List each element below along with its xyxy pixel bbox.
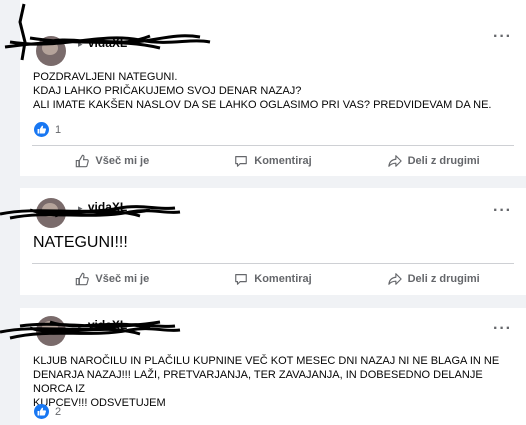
redaction-scribble (4, 3, 211, 61)
page-name-link[interactable]: vidaXL (88, 318, 127, 332)
share-button[interactable]: Deli z drugimi (353, 265, 514, 293)
post-text-line: ALI IMATE KAKŠEN NASLOV DA SE LAHKO OGLA… (33, 99, 492, 111)
share-button[interactable]: Deli z drugimi (353, 147, 514, 175)
share-label: Deli z drugimi (407, 155, 480, 167)
share-icon (387, 273, 402, 285)
thumbs-up-icon (76, 272, 90, 286)
like-button[interactable]: Všeč mi je (32, 265, 193, 293)
divider (32, 263, 514, 264)
like-reaction-icon (34, 404, 49, 419)
post-text-line: KDAJ LAHKO PRIČAKUJEMO SVOJ DENAR NAZAJ? (33, 85, 302, 97)
comment-button[interactable]: Komentiraj (193, 147, 354, 175)
post-text-line: KLJUB NAROČILU IN PLAČILU KUPNINE VEČ KO… (33, 355, 500, 367)
post-card: ▸ vidaXL ··· KLJUB NAROČILU IN PLAČILU K… (0, 308, 526, 425)
share-icon (387, 155, 402, 167)
post-text: NATEGUNI!!! (33, 234, 128, 251)
post-text: POZDRAVLJENI NATEGUNI. KDAJ LAHKO PRIČAK… (33, 70, 514, 112)
like-label: Všeč mi je (95, 273, 150, 285)
reaction-summary[interactable]: 2 (34, 404, 61, 419)
more-options-icon[interactable]: ··· (493, 320, 512, 338)
arrow-right-icon: ▸ (78, 39, 83, 49)
comment-label: Komentiraj (254, 273, 312, 285)
like-label: Všeč mi je (95, 155, 150, 167)
avatar[interactable] (36, 36, 66, 66)
comment-button[interactable]: Komentiraj (193, 265, 354, 293)
comment-label: Komentiraj (254, 155, 312, 167)
more-options-icon[interactable]: ··· (493, 28, 512, 46)
arrow-right-icon: ▸ (78, 203, 83, 213)
post-text-line: POZDRAVLJENI NATEGUNI. (33, 71, 178, 83)
thumbs-up-icon (76, 154, 90, 168)
reaction-count: 2 (55, 405, 62, 418)
like-button[interactable]: Všeč mi je (32, 147, 193, 175)
post-card: ▸ vidaXL ··· POZDRAVLJENI NATEGUNI. KDAJ… (4, 0, 526, 176)
more-options-icon[interactable]: ··· (493, 202, 512, 220)
page-name-link[interactable]: vidaXL (88, 36, 127, 50)
post-author-line: ▸ vidaXL (76, 318, 127, 332)
comment-icon (235, 274, 248, 285)
avatar[interactable] (36, 198, 66, 228)
divider (32, 145, 514, 146)
post-text: KLJUB NAROČILU IN PLAČILU KUPNINE VEČ KO… (33, 354, 514, 410)
share-label: Deli z drugimi (407, 273, 480, 285)
comment-icon (235, 156, 248, 167)
post-actions: Všeč mi je Komentiraj Deli z drugimi (32, 147, 514, 175)
arrow-right-icon: ▸ (78, 321, 83, 331)
page-name-link[interactable]: vidaXL (88, 200, 127, 214)
reaction-count: 1 (55, 123, 62, 136)
post-text-line: KUPCEV!!! ODSVETUJEM (33, 397, 166, 409)
avatar[interactable] (36, 316, 66, 346)
post-author-line: ▸ vidaXL (76, 200, 127, 214)
post-text-line: DENARJA NAZAJ!!! LAŽI, PRETVARJANJA, TER… (33, 369, 483, 395)
post-actions: Všeč mi je Komentiraj Deli z drugimi (32, 265, 514, 293)
post-card: ▸ vidaXL ··· NATEGUNI!!! Všeč mi je Kome… (0, 188, 526, 295)
like-reaction-icon (34, 122, 49, 137)
reaction-summary[interactable]: 1 (34, 122, 61, 137)
post-author-line: ▸ vidaXL (76, 36, 127, 50)
